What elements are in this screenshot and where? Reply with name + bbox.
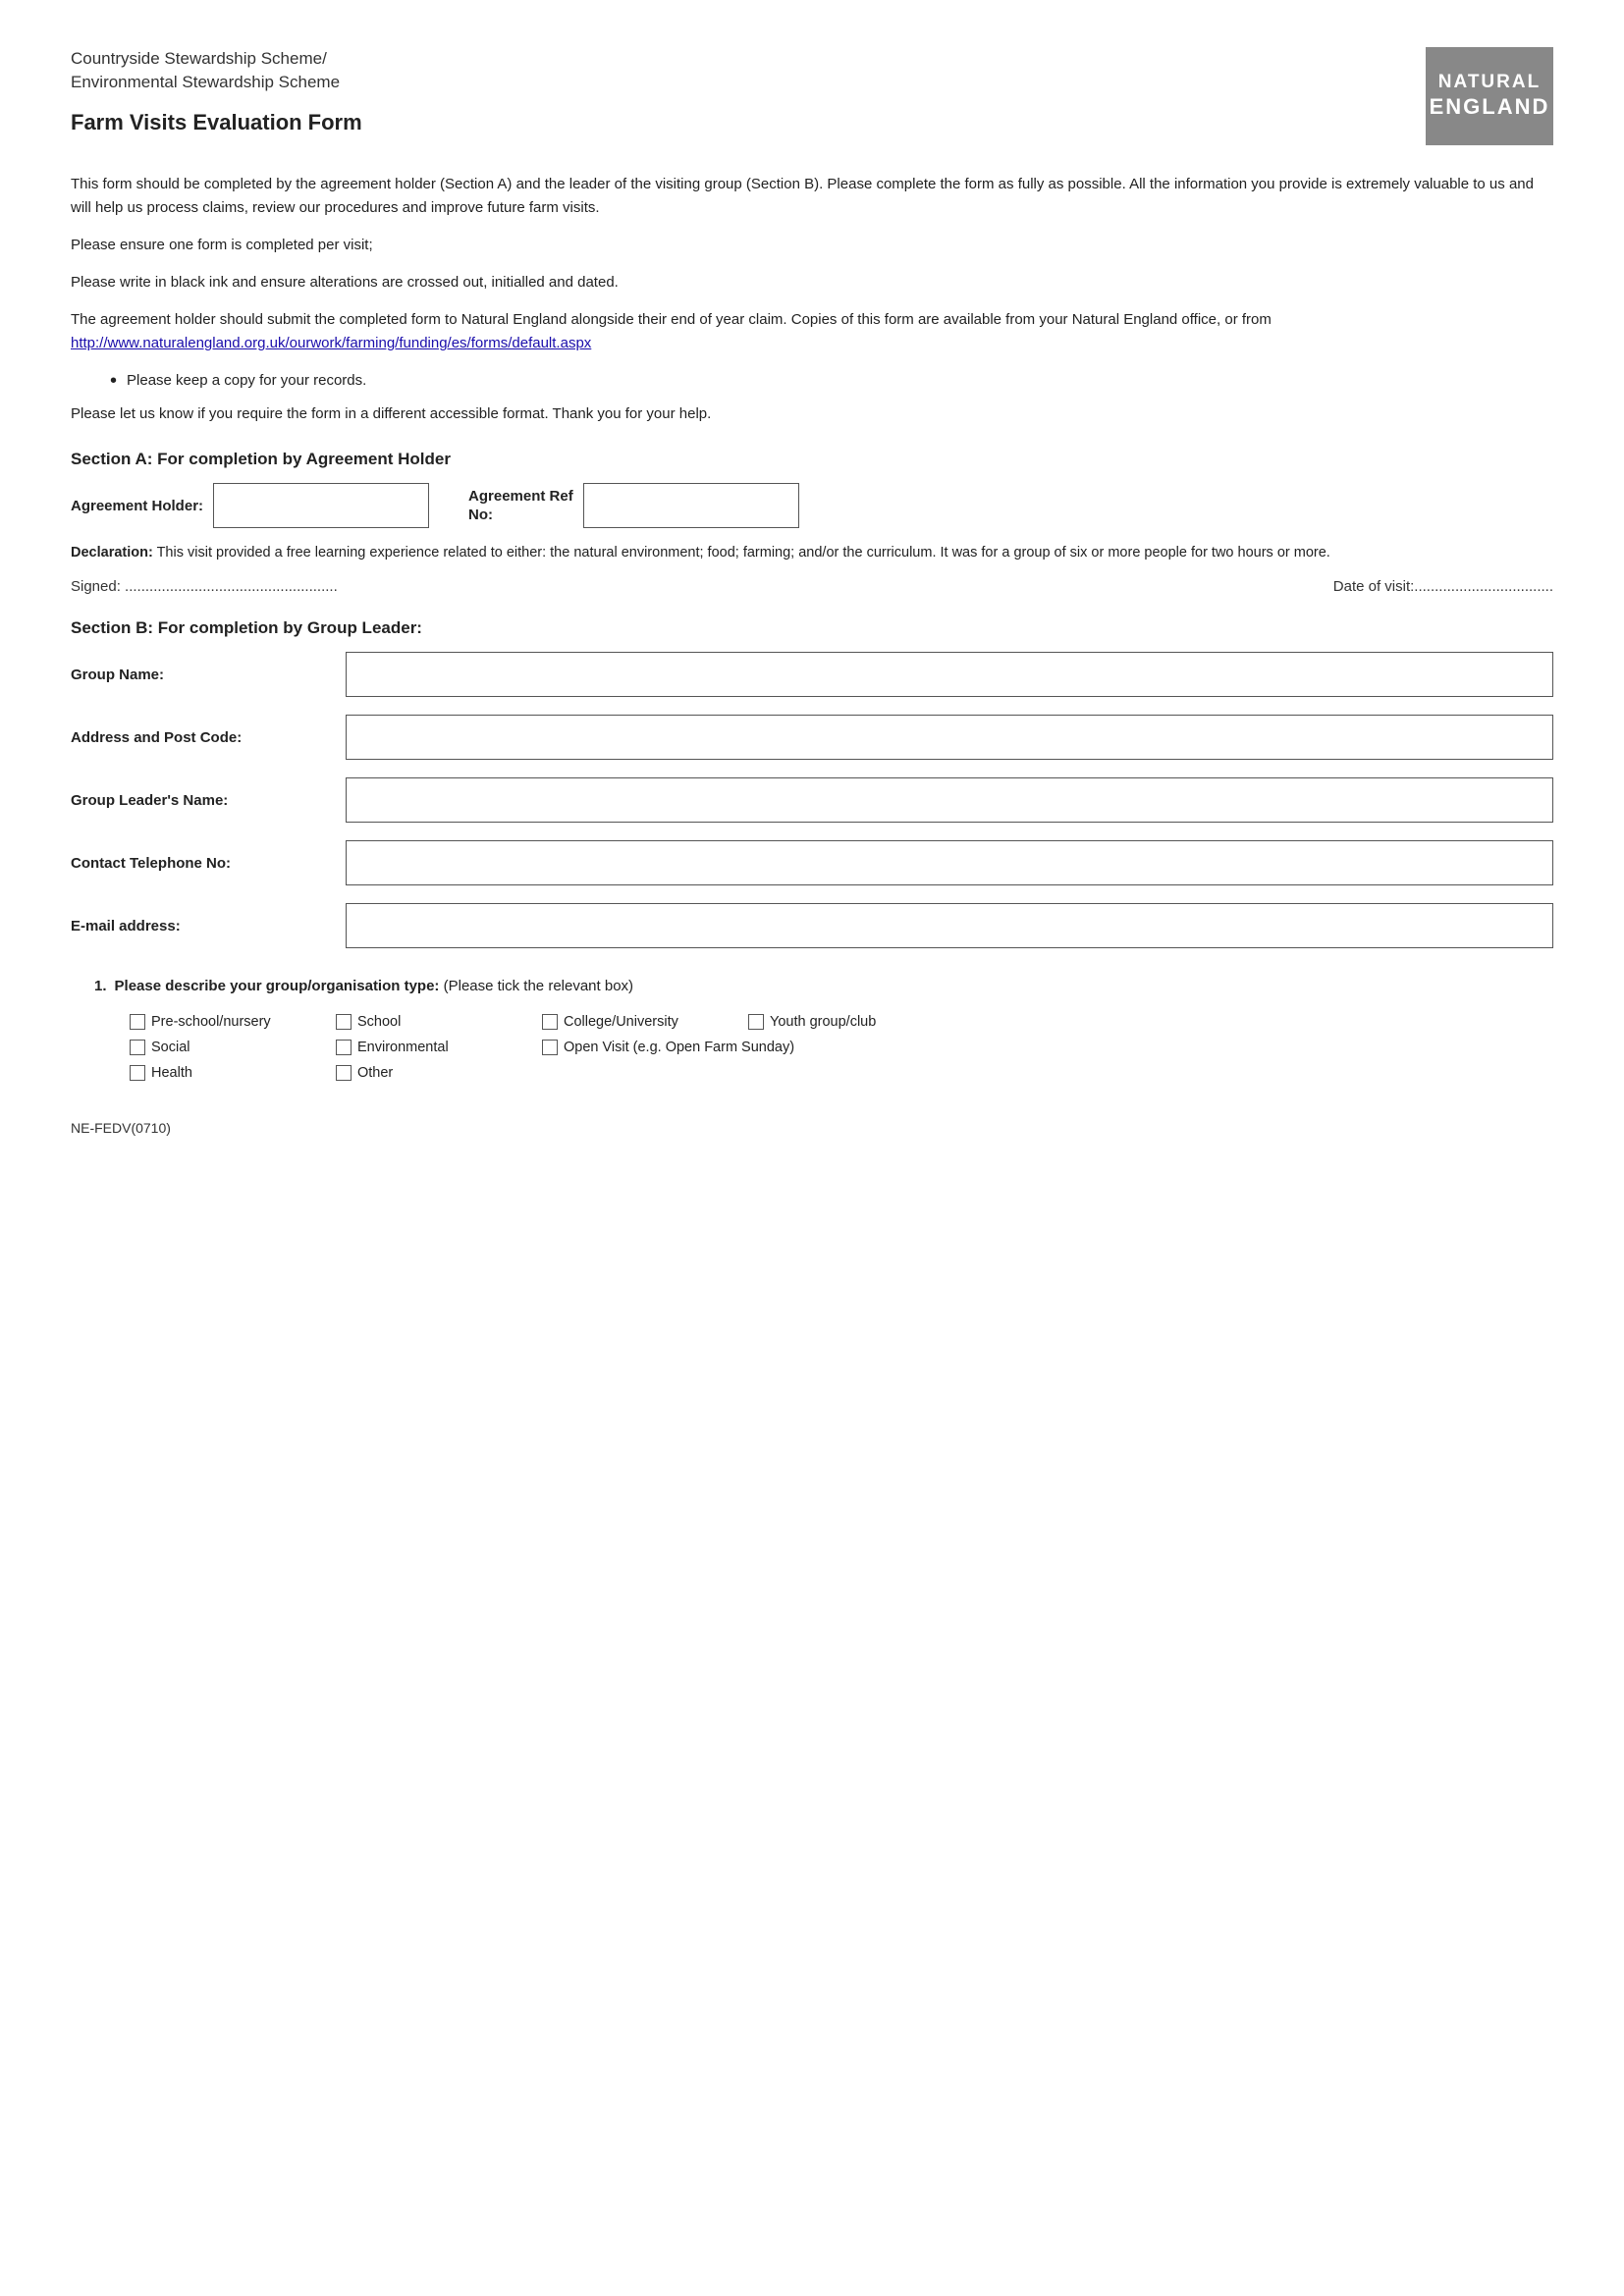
contact-tel-row: Contact Telephone No: [71,840,1553,885]
section-b-heading: Section B: For completion by Group Leade… [71,618,1553,638]
question-1-heading: 1. Please describe your group/organisatio… [94,976,1553,998]
natural-england-logo: NATURAL ENGLAND [1426,47,1553,145]
checkbox-social: Social [130,1040,336,1055]
checkbox-social-box[interactable] [130,1040,145,1055]
bullet-text-1: Please keep a copy for your records. [127,369,366,393]
checkbox-open-visit-label: Open Visit (e.g. Open Farm Sunday) [564,1040,794,1055]
signed-label: Signed: ................................… [71,578,338,595]
checkbox-other-label: Other [357,1065,393,1081]
email-input[interactable] [346,903,1553,948]
checkbox-row-2: Social Environmental Open Visit (e.g. Op… [130,1040,1553,1055]
agreement-holder-label: Agreement Holder: [71,498,203,514]
checkbox-college: College/University [542,1014,748,1030]
email-label: E-mail address: [71,918,346,934]
checkbox-row-3: Health Other [130,1065,1553,1081]
group-name-label: Group Name: [71,667,346,683]
declaration-bold: Declaration: [71,545,153,561]
checkbox-college-box[interactable] [542,1014,558,1030]
logo-line2: ENGLAND [1430,94,1550,120]
checkbox-school-box[interactable] [336,1014,352,1030]
address-row: Address and Post Code: [71,715,1553,760]
email-row: E-mail address: [71,903,1553,948]
checkbox-health-box[interactable] [130,1065,145,1081]
header-area: Countryside Stewardship Scheme/ Environm… [71,47,1553,145]
question-1-section: 1. Please describe your group/organisatio… [71,976,1553,1081]
question-1-bold: Please describe your group/organisation … [115,978,440,994]
intro-para4-text: The agreement holder should submit the c… [71,311,1272,328]
logo-line1: NATURAL [1438,72,1541,94]
declaration-text: Declaration: This visit provided a free … [71,542,1553,564]
group-leader-label: Group Leader's Name: [71,792,346,809]
section-a-heading: Section A: For completion by Agreement H… [71,450,1553,469]
contact-tel-input[interactable] [346,840,1553,885]
checkbox-pre-school-label: Pre-school/nursery [151,1014,271,1030]
intro-para5: Please let us know if you require the fo… [71,402,1553,426]
checkbox-other-box[interactable] [336,1065,352,1081]
checkbox-row-1: Pre-school/nursery School College/Univer… [130,1014,1553,1030]
agreement-ref-label-line1: Agreement Ref [468,488,573,505]
form-title: Farm Visits Evaluation Form [71,110,1386,135]
address-input[interactable] [346,715,1553,760]
agreement-ref-input[interactable] [583,483,799,528]
agreement-holder-field: Agreement Holder: [71,483,429,528]
checkbox-social-label: Social [151,1040,190,1055]
checkbox-youth-box[interactable] [748,1014,764,1030]
bullet-dot: • [110,369,117,393]
date-label: Date of visit:..........................… [1333,578,1553,595]
agreement-ref-label-line2: No: [468,507,493,523]
question-1-regular: (Please tick the relevant box) [439,978,633,994]
checkbox-environmental-box[interactable] [336,1040,352,1055]
intro-para2: Please ensure one form is completed per … [71,234,1553,257]
checkbox-pre-school-box[interactable] [130,1014,145,1030]
signed-row: Signed: ................................… [71,578,1553,595]
checkbox-college-label: College/University [564,1014,678,1030]
checkbox-environmental: Environmental [336,1040,542,1055]
checkbox-health-label: Health [151,1065,192,1081]
checkbox-open-visit: Open Visit (e.g. Open Farm Sunday) [542,1040,876,1055]
group-leader-input[interactable] [346,777,1553,823]
checkbox-open-visit-box[interactable] [542,1040,558,1055]
naturalengland-link[interactable]: http://www.naturalengland.org.uk/ourwork… [71,335,591,351]
scheme-line2: Environmental Stewardship Scheme [71,73,340,91]
declaration-body: This visit provided a free learning expe… [153,545,1330,561]
intro-para4: The agreement holder should submit the c… [71,308,1553,355]
checkbox-school-label: School [357,1014,401,1030]
agreement-ref-field: Agreement Ref No: [468,483,799,528]
agreement-ref-label: Agreement Ref No: [468,487,573,525]
intro-para1: This form should be completed by the agr… [71,173,1553,220]
checkbox-youth-label: Youth group/club [770,1014,876,1030]
contact-tel-label: Contact Telephone No: [71,855,346,872]
address-label: Address and Post Code: [71,729,346,746]
group-name-input[interactable] [346,652,1553,697]
intro-section: This form should be completed by the agr… [71,173,1553,426]
agreement-holder-row: Agreement Holder: Agreement Ref No: [71,483,1553,528]
checkbox-youth: Youth group/club [748,1014,954,1030]
checkbox-health: Health [130,1065,336,1081]
checkbox-environmental-label: Environmental [357,1040,449,1055]
checkbox-pre-school: Pre-school/nursery [130,1014,336,1030]
header-text-block: Countryside Stewardship Scheme/ Environm… [71,47,1386,135]
checkbox-school: School [336,1014,542,1030]
bullet-item-1: • Please keep a copy for your records. [110,369,1553,393]
checkbox-grid-row1: Pre-school/nursery School College/Univer… [130,1014,1553,1081]
checkbox-other: Other [336,1065,542,1081]
footer-code: NE-FEDV(0710) [71,1120,1553,1136]
question-1-number: 1. [94,978,107,994]
scheme-title: Countryside Stewardship Scheme/ Environm… [71,47,1386,94]
intro-para3: Please write in black ink and ensure alt… [71,271,1553,294]
agreement-holder-input[interactable] [213,483,429,528]
group-name-row: Group Name: [71,652,1553,697]
group-leader-row: Group Leader's Name: [71,777,1553,823]
scheme-line1: Countryside Stewardship Scheme/ [71,49,327,68]
